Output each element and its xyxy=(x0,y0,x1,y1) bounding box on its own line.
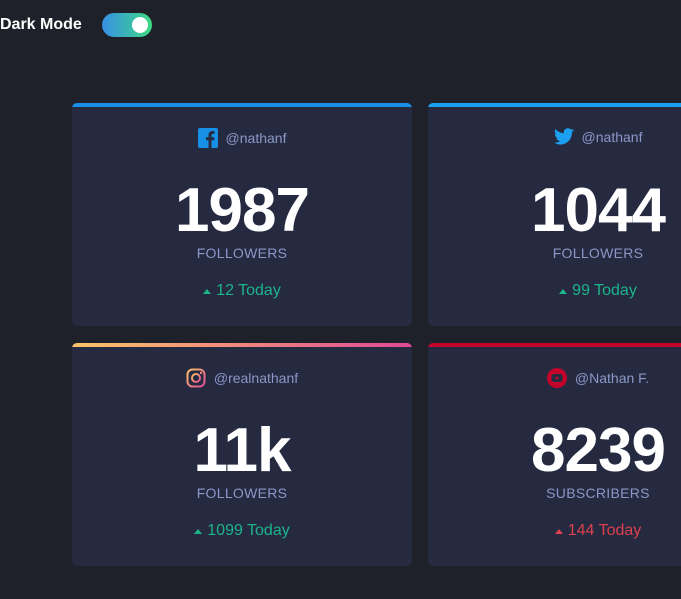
card-instagram[interactable]: @realnathanf 11k FOLLOWERS 1099 Today xyxy=(72,343,412,566)
today-change: 144 Today xyxy=(428,522,681,540)
handle-text: @nathanf xyxy=(225,130,287,146)
dashboard-page: Dark Mode @nathanf 1987 FOLLOWERS 12 Tod… xyxy=(0,0,681,599)
today-change-text: 99 Today xyxy=(572,282,637,299)
today-change-text: 12 Today xyxy=(216,282,281,299)
card-handle: @nathanf xyxy=(72,128,412,148)
card-twitter[interactable]: @nathanf 1044 FOLLOWERS 99 Today xyxy=(428,103,681,326)
card-handle: @Nathan F. xyxy=(428,368,681,388)
dark-mode-label: Dark Mode xyxy=(0,16,82,33)
card-handle: @nathanf xyxy=(428,128,681,145)
card-youtube[interactable]: @Nathan F. 8239 SUBSCRIBERS 144 Today xyxy=(428,343,681,566)
up-arrow-icon xyxy=(203,288,212,294)
instagram-icon xyxy=(186,368,206,388)
today-change: 12 Today xyxy=(72,282,412,300)
subscriber-count: 8239 xyxy=(531,416,666,485)
handle-text: @Nathan F. xyxy=(574,370,650,386)
today-change: 99 Today xyxy=(428,282,681,300)
card-accent-bar xyxy=(72,103,412,107)
card-handle: @realnathanf xyxy=(72,368,412,388)
card-accent-bar xyxy=(428,343,681,347)
handle-text: @realnathanf xyxy=(213,370,299,386)
twitter-icon xyxy=(553,128,574,145)
count-label: SUBSCRIBERS xyxy=(546,485,650,501)
up-arrow-icon xyxy=(554,528,563,534)
follower-count: 11k xyxy=(193,416,291,485)
today-change-text: 1099 Today xyxy=(207,522,290,539)
youtube-icon xyxy=(546,368,567,388)
follower-count: 1044 xyxy=(531,176,666,245)
card-accent-bar xyxy=(72,343,412,347)
count-label: FOLLOWERS xyxy=(196,485,288,501)
card-facebook[interactable]: @nathanf 1987 FOLLOWERS 12 Today xyxy=(72,103,412,326)
switch-knob xyxy=(132,17,148,33)
today-change: 1099 Today xyxy=(72,522,412,540)
follower-count: 1987 xyxy=(175,176,310,245)
facebook-icon xyxy=(197,128,218,148)
dark-mode-toggle-group: Dark Mode xyxy=(0,11,152,39)
up-arrow-icon xyxy=(194,528,203,534)
up-arrow-icon xyxy=(559,288,568,294)
count-label: FOLLOWERS xyxy=(552,245,644,261)
card-accent-bar xyxy=(428,103,681,107)
handle-text: @nathanf xyxy=(581,128,643,145)
dark-mode-switch[interactable] xyxy=(102,13,152,37)
today-change-text: 144 Today xyxy=(567,522,642,539)
count-label: FOLLOWERS xyxy=(196,245,288,261)
